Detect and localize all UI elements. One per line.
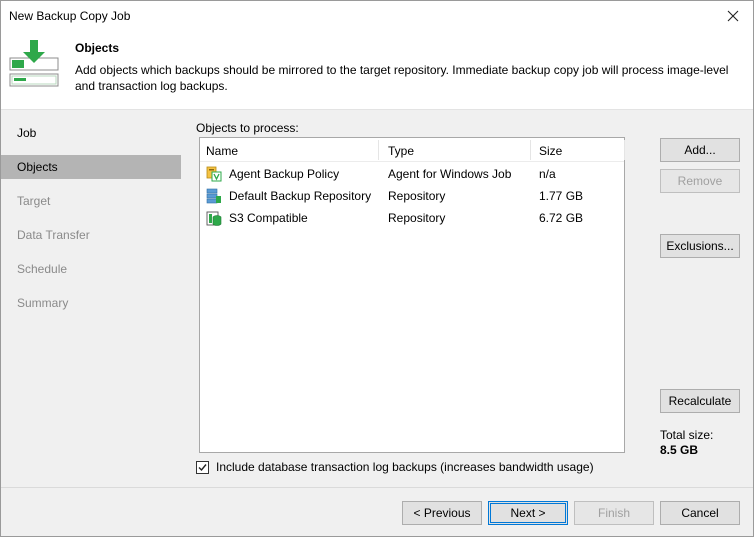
row-name: Agent Backup Policy	[229, 167, 340, 181]
row-size: 1.77 GB	[539, 189, 584, 203]
column-header-type[interactable]: Type	[388, 138, 414, 161]
wizard-header: Objects Add objects which backups should…	[1, 32, 753, 110]
transaction-log-checkbox[interactable]	[196, 461, 209, 474]
table-row[interactable]: Default Backup Repository Repository 1.7…	[200, 185, 624, 207]
exclusions-button[interactable]: Exclusions...	[660, 234, 740, 258]
total-size-label: Total size:	[660, 428, 714, 442]
column-separator[interactable]	[378, 140, 379, 160]
dialog-window: New Backup Copy Job Objects Add objects …	[0, 0, 754, 537]
window-title: New Backup Copy Job	[9, 9, 131, 23]
list-header: Name Type Size	[200, 138, 625, 162]
table-row[interactable]: S3 Compatible Repository 6.72 GB	[200, 207, 624, 229]
column-separator[interactable]	[624, 140, 625, 160]
previous-button[interactable]: < Previous	[402, 501, 482, 525]
close-button[interactable]	[719, 3, 747, 29]
agent-policy-icon	[206, 166, 222, 182]
recalculate-button[interactable]: Recalculate	[660, 389, 740, 413]
close-icon	[727, 10, 739, 22]
wizard-footer: < Previous Next > Finish Cancel	[1, 487, 753, 536]
row-name: S3 Compatible	[229, 211, 308, 225]
row-size: n/a	[539, 167, 556, 181]
row-size: 6.72 GB	[539, 211, 584, 225]
transaction-log-label[interactable]: Include database transaction log backups…	[216, 460, 594, 474]
row-type: Repository	[388, 211, 446, 225]
cancel-button[interactable]: Cancel	[660, 501, 740, 525]
main-content: Objects to process: Name Type Size Agent…	[182, 111, 753, 487]
column-separator[interactable]	[530, 140, 531, 160]
add-button[interactable]: Add...	[660, 138, 740, 162]
s3-repository-icon	[206, 211, 222, 226]
backup-copy-job-icon	[9, 40, 59, 87]
row-type: Agent for Windows Job	[388, 167, 512, 181]
page-title: Objects	[75, 41, 120, 55]
step-schedule: Schedule	[17, 262, 68, 276]
column-header-size[interactable]: Size	[539, 138, 562, 161]
objects-label: Objects to process:	[196, 121, 299, 135]
finish-button[interactable]: Finish	[574, 501, 654, 525]
row-type: Repository	[388, 189, 446, 203]
step-objects[interactable]: Objects	[1, 155, 181, 179]
step-data-transfer: Data Transfer	[17, 228, 90, 242]
total-size-value: 8.5 GB	[660, 443, 699, 457]
step-target: Target	[17, 194, 51, 208]
title-bar: New Backup Copy Job	[1, 1, 753, 32]
next-button[interactable]: Next >	[488, 501, 568, 525]
page-description: Add objects which backups should be mirr…	[75, 63, 729, 93]
backup-repository-icon	[206, 188, 221, 204]
step-job[interactable]: Job	[1, 121, 181, 145]
step-summary: Summary	[17, 296, 69, 310]
remove-button[interactable]: Remove	[660, 169, 740, 193]
column-header-name[interactable]: Name	[206, 138, 238, 161]
checkmark-icon	[198, 464, 207, 472]
wizard-steps: Job Objects Target Data Transfer Schedul…	[1, 111, 182, 487]
table-row[interactable]: Agent Backup Policy Agent for Windows Jo…	[200, 163, 624, 185]
row-name: Default Backup Repository	[229, 189, 372, 203]
objects-list[interactable]: Name Type Size Agent Backup Policy Agent…	[199, 137, 625, 453]
